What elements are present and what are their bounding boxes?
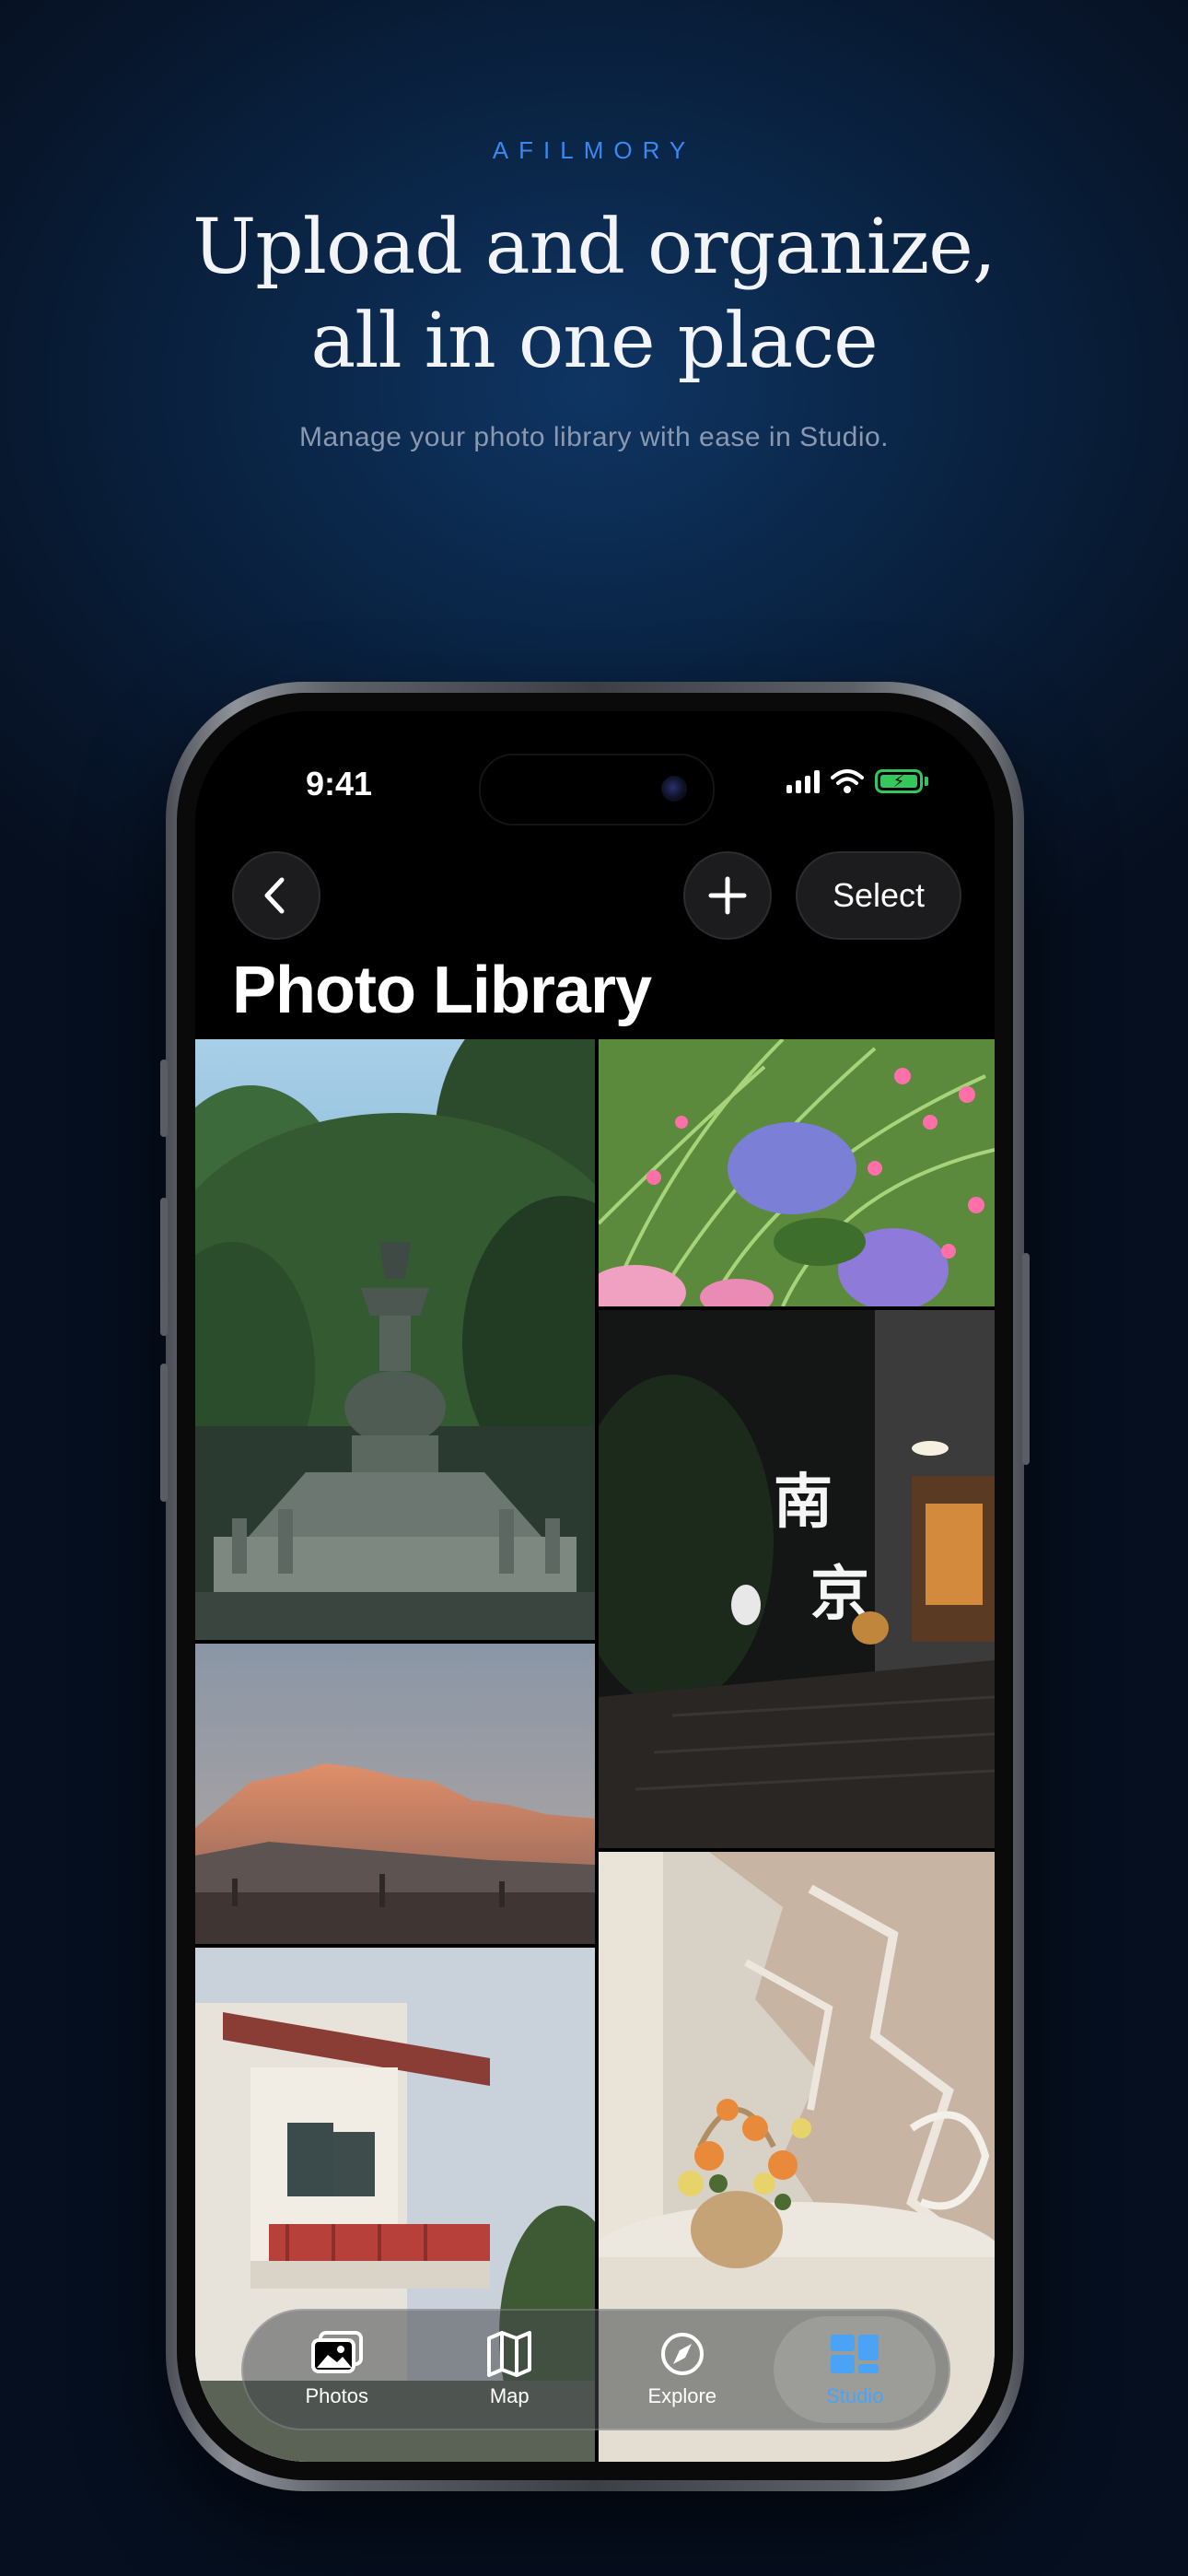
- photo-tile-nanjing-sign[interactable]: 南 京: [599, 1310, 995, 1848]
- map-icon: [487, 2331, 532, 2377]
- battery-icon: ⚡: [875, 769, 923, 793]
- volume-up-button: [160, 1198, 168, 1336]
- tab-explore-label: Explore: [647, 2384, 717, 2407]
- tab-photos-label: Photos: [305, 2384, 369, 2407]
- night-street-sign-photo: 南 京: [599, 1310, 995, 1848]
- tab-bar: Photos Map Explore Studio: [241, 2309, 950, 2430]
- headline-line-2: all in one place: [310, 298, 878, 385]
- hydrangea-flowers-photo: [599, 1039, 995, 1306]
- battery-indicator: ⚡: [875, 769, 928, 793]
- svg-text:南: 南: [774, 1469, 833, 1537]
- photo-tile-pagoda[interactable]: [195, 1039, 595, 1640]
- photo-tile-mountain[interactable]: [195, 1644, 595, 1944]
- action-button: [160, 1060, 168, 1137]
- phone-bezel: 9:41 ⚡ Select Photo Library 南 京 Photos M…: [177, 693, 1013, 2480]
- stone-pagoda-photo: [195, 1039, 595, 1640]
- tab-photos[interactable]: Photos: [256, 2316, 418, 2423]
- sunset-mountain-photo: [195, 1644, 595, 1944]
- studio-icon: [831, 2335, 879, 2373]
- tab-explore[interactable]: Explore: [601, 2316, 763, 2423]
- power-button: [1022, 1253, 1030, 1465]
- status-icons: ⚡: [786, 768, 928, 794]
- compass-icon: [660, 2333, 704, 2375]
- tab-studio[interactable]: Studio: [774, 2316, 937, 2423]
- tab-map-label: Map: [489, 2384, 530, 2407]
- phone-screen: 9:41 ⚡ Select Photo Library 南 京 Photos M…: [195, 711, 995, 2462]
- select-button[interactable]: Select: [796, 851, 961, 940]
- page-title: Photo Library: [232, 954, 652, 1027]
- front-camera: [661, 776, 687, 802]
- brand-eyebrow: AFILMORY: [492, 136, 696, 164]
- photo-tile-flowers[interactable]: [599, 1039, 995, 1306]
- volume-down-button: [160, 1364, 168, 1502]
- wifi-icon: [831, 769, 864, 793]
- tab-map[interactable]: Map: [428, 2316, 590, 2423]
- cellular-signal-icon: [786, 769, 820, 793]
- photos-icon: [310, 2331, 363, 2373]
- photo-grid: 南 京: [195, 1039, 995, 2462]
- chevron-left-icon: [264, 877, 285, 914]
- hero-subhead: Manage your photo library with ease in S…: [298, 422, 890, 452]
- add-photo-button[interactable]: [683, 851, 772, 940]
- phone-frame: 9:41 ⚡ Select Photo Library 南 京 Photos M…: [160, 682, 1030, 2491]
- tab-studio-label: Studio: [826, 2384, 884, 2407]
- headline-line-1: Upload and organize,: [192, 204, 996, 291]
- back-button[interactable]: [232, 851, 320, 940]
- hero-headline: Upload and organize, all in one place: [0, 201, 1188, 389]
- plus-icon: [708, 876, 747, 915]
- status-time: 9:41: [306, 765, 373, 802]
